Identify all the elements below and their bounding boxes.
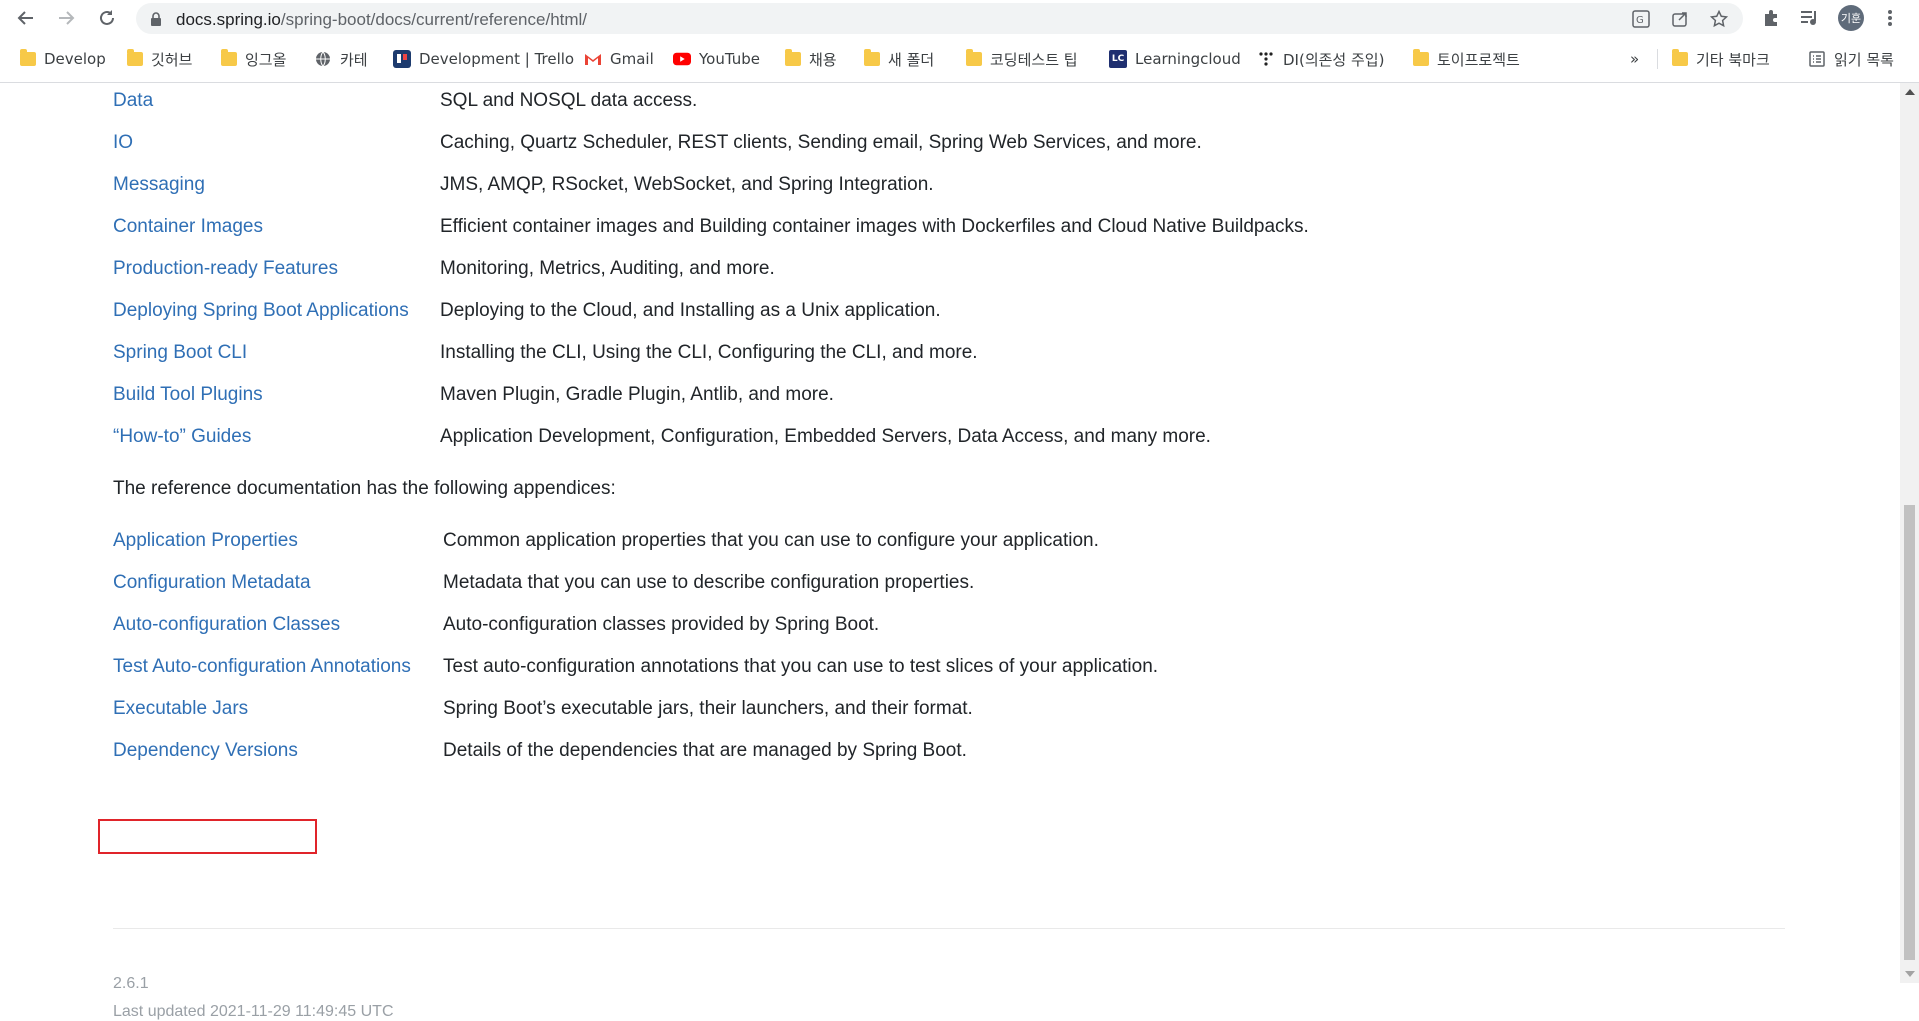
section-link-messaging[interactable]: Messaging <box>113 170 205 200</box>
share-icon[interactable] <box>1670 9 1690 29</box>
bookmark-di[interactable]: DI(의존성 주입) <box>1257 48 1384 70</box>
appendix-desc: Details of the dependencies that are man… <box>443 740 967 761</box>
vertical-scrollbar[interactable] <box>1900 83 1919 983</box>
bookmark-learningcloud[interactable]: LC Learningcloud <box>1109 48 1241 70</box>
appendix-desc: Test auto-configuration annotations that… <box>443 656 1159 677</box>
reading-list-icon <box>1808 50 1826 68</box>
lock-icon[interactable] <box>150 12 162 31</box>
youtube-icon <box>673 50 691 68</box>
section-desc: Application Development, Configuration, … <box>440 426 1211 447</box>
svg-text:G: G <box>1636 15 1644 26</box>
folder-icon <box>127 49 143 66</box>
section-desc: Deploying to the Cloud, and Installing a… <box>440 300 941 321</box>
section-link-io[interactable]: IO <box>113 128 133 158</box>
appendix-link-dependency-versions[interactable]: Dependency Versions <box>113 736 298 766</box>
section-link-build-tool-plugins[interactable]: Build Tool Plugins <box>113 380 263 410</box>
appendix-desc: Auto-configuration classes provided by S… <box>443 614 880 635</box>
media-icon[interactable] <box>1799 7 1821 29</box>
section-link-production-ready[interactable]: Production-ready Features <box>113 254 338 284</box>
bookmark-youtube[interactable]: YouTube <box>673 48 760 70</box>
scrollbar-thumb[interactable] <box>1904 505 1915 960</box>
folder-icon <box>785 49 801 66</box>
section-desc: SQL and NOSQL data access. <box>440 90 698 111</box>
gmail-icon <box>584 50 602 68</box>
bookmark-develop[interactable]: Develop <box>20 48 106 70</box>
reading-list-button[interactable]: 읽기 목록 <box>1808 48 1894 70</box>
bookmark-jobs[interactable]: 채용 <box>785 48 837 70</box>
folder-icon <box>20 49 36 66</box>
bookmark-coding-test[interactable]: 코딩테스트 팁 <box>966 48 1078 70</box>
section-link-deploying[interactable]: Deploying Spring Boot Applications <box>113 296 409 326</box>
appendix-desc: Spring Boot’s executable jars, their lau… <box>443 698 973 719</box>
star-icon[interactable] <box>1709 9 1729 29</box>
bookmark-trello[interactable]: Development | Trello <box>393 48 574 70</box>
appendix-link-auto-configuration-classes[interactable]: Auto-configuration Classes <box>113 610 340 640</box>
bookmarks-bar: Develop 깃허브 잉그올 카테 Development | Trello … <box>0 36 1919 83</box>
dots-icon <box>1257 50 1275 68</box>
profile-avatar[interactable]: 기훈 <box>1838 5 1864 31</box>
bookmark-toy-project[interactable]: 토이프로젝트 <box>1413 48 1520 70</box>
folder-icon <box>221 49 237 66</box>
translate-icon[interactable]: G <box>1631 9 1651 29</box>
bookmark-folder[interactable]: 잉그올 <box>221 48 286 70</box>
section-desc: Monitoring, Metrics, Auditing, and more. <box>440 258 775 279</box>
page-content: Data SQL and NOSQL data access. IO Caching… <box>0 83 1900 1020</box>
address-bar[interactable]: docs.spring.io/spring-boot/docs/current/… <box>136 3 1743 34</box>
appendices-intro: The reference documentation has the foll… <box>113 478 616 499</box>
scroll-up-icon[interactable] <box>1905 89 1915 95</box>
folder-icon <box>1413 49 1429 66</box>
bookmark-github[interactable]: 깃허브 <box>127 48 192 70</box>
bookmark-other[interactable]: 기타 북마크 <box>1672 48 1770 70</box>
bookmark-new-folder[interactable]: 새 폴더 <box>864 48 934 70</box>
appendix-link-configuration-metadata[interactable]: Configuration Metadata <box>113 568 311 598</box>
appendix-link-executable-jars[interactable]: Executable Jars <box>113 694 248 724</box>
folder-icon <box>1672 49 1688 66</box>
section-desc: Installing the CLI, Using the CLI, Confi… <box>440 342 978 363</box>
back-icon[interactable] <box>15 7 37 29</box>
section-link-data[interactable]: Data <box>113 86 153 116</box>
reload-icon[interactable] <box>96 7 118 29</box>
extensions-icon[interactable] <box>1760 7 1782 29</box>
bookmarks-overflow-button[interactable]: » <box>1630 48 1639 70</box>
url-text[interactable]: docs.spring.io/spring-boot/docs/current/… <box>176 10 587 30</box>
section-link-container-images[interactable]: Container Images <box>113 212 263 242</box>
folder-icon <box>864 49 880 66</box>
trello-icon <box>393 50 411 68</box>
bookmark-kate[interactable]: 카테 <box>314 48 368 70</box>
footer-divider <box>113 928 1785 929</box>
appendix-desc: Metadata that you can use to describe co… <box>443 572 975 593</box>
forward-icon[interactable] <box>55 7 77 29</box>
version-label: 2.6.1 <box>113 975 149 992</box>
highlight-box <box>98 819 317 854</box>
bookmarks-divider <box>1657 49 1658 69</box>
appendix-desc: Common application properties that you c… <box>443 530 1099 551</box>
section-desc: Efficient container images and Building … <box>440 216 1309 237</box>
lc-icon: LC <box>1109 50 1127 68</box>
browser-toolbar: docs.spring.io/spring-boot/docs/current/… <box>0 0 1919 36</box>
appendix-link-application-properties[interactable]: Application Properties <box>113 526 298 556</box>
section-desc: Maven Plugin, Gradle Plugin, Antlib, and… <box>440 384 834 405</box>
folder-icon <box>966 49 982 66</box>
globe-icon <box>314 50 332 68</box>
last-updated-label: Last updated 2021-11-29 11:49:45 UTC <box>113 1003 394 1020</box>
scroll-down-icon[interactable] <box>1905 971 1915 977</box>
appendix-link-test-auto-configuration[interactable]: Test Auto-configuration Annotations <box>113 652 411 682</box>
bookmark-gmail[interactable]: Gmail <box>584 48 654 70</box>
section-desc: Caching, Quartz Scheduler, REST clients,… <box>440 132 1202 153</box>
section-desc: JMS, AMQP, RSocket, WebSocket, and Sprin… <box>440 174 934 195</box>
menu-dots-icon[interactable] <box>1879 7 1901 29</box>
section-link-how-to[interactable]: “How-to” Guides <box>113 422 251 452</box>
section-link-cli[interactable]: Spring Boot CLI <box>113 338 247 368</box>
